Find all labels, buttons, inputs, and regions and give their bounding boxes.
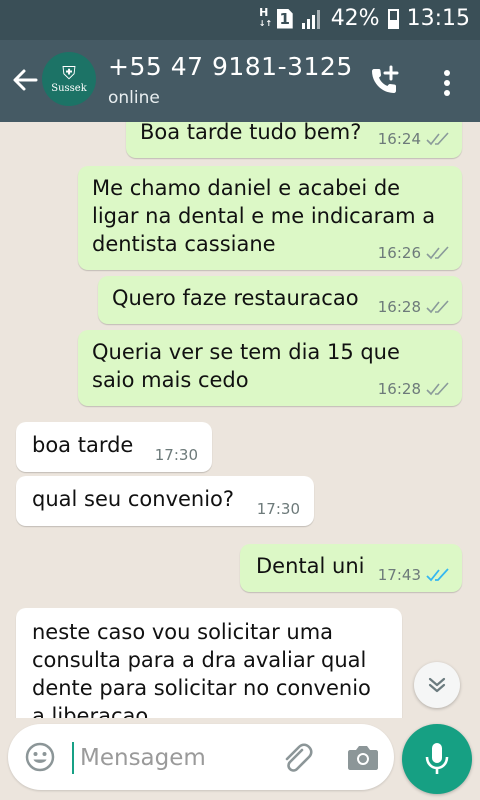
scroll-down-button[interactable] [414,662,460,708]
attach-icon[interactable] [280,741,314,775]
double-check-read-icon [426,568,449,582]
status-icons: H ↓↑ 1 42% 13:15 [259,6,470,31]
message-text: Boa tarde tudo bem? [140,122,362,144]
mic-icon [425,743,449,774]
double-check-icon [426,300,449,314]
avatar[interactable]: ⛨ Sussek [42,52,96,106]
message-time: 16:26 [377,244,421,262]
chevron-double-down-icon [428,677,446,693]
contact-name[interactable]: +55 47 9181-3125 [108,52,353,81]
message-text: Quero faze restauracao [112,286,359,310]
message-meta: 16:28 [378,380,450,398]
back-arrow-icon[interactable] [10,60,40,100]
message-text: boa tarde [32,433,134,457]
message-meta: 17:30 [257,500,300,518]
message-bubble-incoming[interactable]: qual seu convenio? 17:30 [16,476,314,526]
clock: 13:15 [406,6,470,31]
message-time: 17:30 [154,446,198,464]
more-options-icon[interactable] [432,64,462,104]
message-time: 17:30 [256,500,300,518]
message-list[interactable]: Boa tarde tudo bem? 16:24 Me chamo danie… [0,122,480,718]
message-text: neste caso vou solicitar uma consulta pa… [32,620,371,718]
message-composer [8,724,394,790]
message-meta: 16:26 [378,244,450,262]
message-bubble-outgoing[interactable]: Boa tarde tudo bem? 16:24 [126,122,462,158]
text-cursor [72,742,74,774]
message-bubble-outgoing[interactable]: Me chamo daniel e acabei de ligar na den… [78,166,462,270]
message-time: 17:43 [377,566,421,584]
network-type-icon: H ↓↑ [258,6,273,28]
message-meta: 17:30 [155,446,198,464]
battery-percent: 42% [330,6,380,31]
message-meta: 17:43 [378,566,450,584]
message-bubble-outgoing[interactable]: Quero faze restauracao 16:28 [98,276,462,324]
message-meta: 16:28 [378,298,450,316]
double-check-icon [426,382,449,396]
avatar-text: Sussek [51,82,87,94]
emoji-icon[interactable] [24,741,56,773]
message-bubble-incoming[interactable]: boa tarde 17:30 [16,422,212,472]
message-bubble-outgoing[interactable]: Queria ver se tem dia 15 que saio mais c… [78,330,462,406]
message-input[interactable] [78,738,272,778]
message-bubble-incoming[interactable]: neste caso vou solicitar uma consulta pa… [16,608,402,718]
sim-icon: 1 [276,8,293,29]
tooth-logo-icon: ⛨ [62,62,76,84]
double-check-icon [426,132,449,146]
signal-icon [301,9,320,29]
contact-status: online [108,88,160,108]
add-call-icon[interactable] [364,62,404,102]
chat-header: ⛨ Sussek +55 47 9181-3125 online [0,40,480,122]
message-text: Dental uni [256,554,365,578]
mic-button[interactable] [402,724,472,794]
message-time: 16:24 [377,130,421,148]
message-meta: 16:24 [378,130,450,148]
message-text: Queria ver se tem dia 15 que saio mais c… [92,340,400,392]
message-time: 16:28 [377,298,421,316]
message-bubble-outgoing[interactable]: Dental uni 17:43 [240,544,462,592]
message-text: qual seu convenio? [32,487,235,511]
camera-icon[interactable] [346,742,380,772]
battery-icon [387,8,399,29]
message-time: 16:28 [377,380,421,398]
status-bar: H ↓↑ 1 42% 13:15 [0,0,480,40]
double-check-icon [426,246,449,260]
